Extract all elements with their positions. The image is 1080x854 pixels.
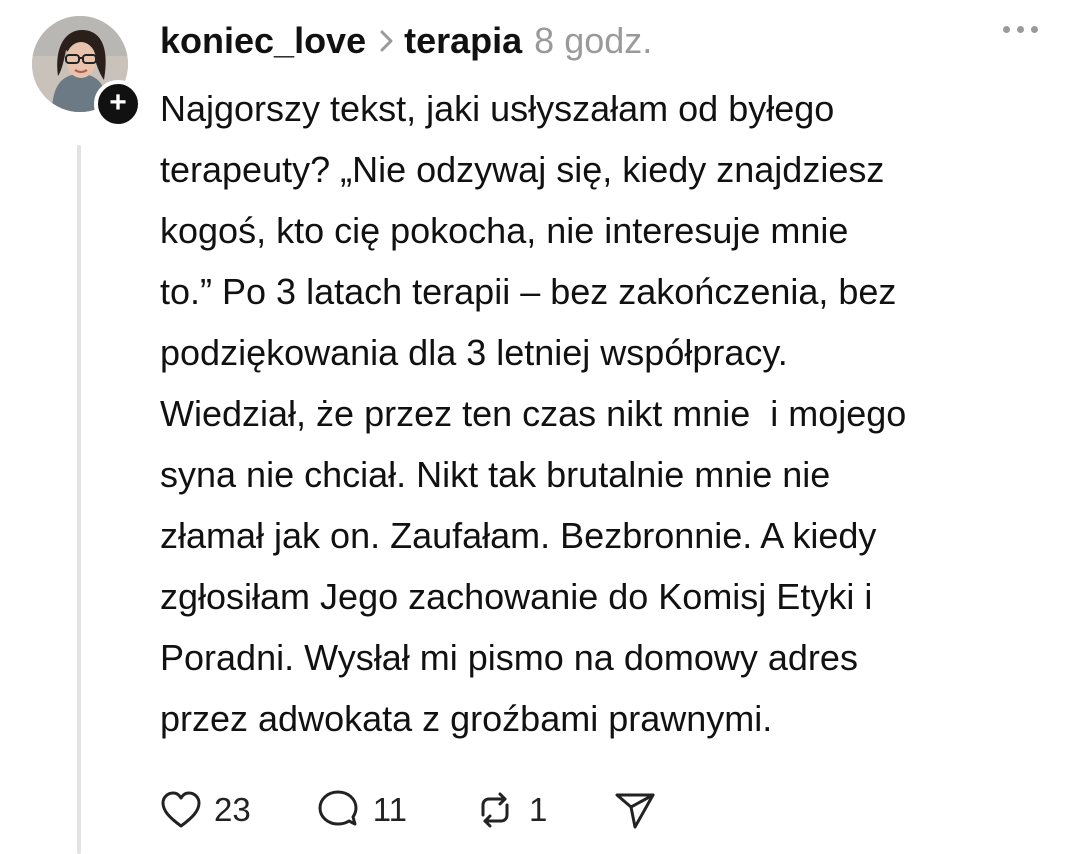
post-text-line: podziękowania dla 3 letniej współpracy.	[160, 332, 788, 373]
heart-icon	[160, 790, 202, 830]
post-text-line: to.” Po 3 latach terapii – bez zakończen…	[160, 271, 897, 312]
post-text-line: Wiedział, że przez ten czas nikt mnie i …	[160, 393, 907, 434]
post-text-line: kogoś, kto cię pokocha, nie interesuje m…	[160, 210, 849, 251]
more-dot	[1031, 26, 1038, 33]
more-dot	[1003, 26, 1010, 33]
like-count: 23	[214, 791, 251, 828]
post-text-line: Najgorszy tekst, jaki usłyszałam od byłe…	[160, 88, 835, 129]
post-text-line: przez adwokata z groźbami prawnymi.	[160, 698, 773, 739]
post-text-line: zgłosiłam Jego zachowanie do Komisj Etyk…	[160, 576, 873, 617]
more-options-icon[interactable]	[1003, 26, 1038, 33]
post-text-line: złamał jak on. Zaufałam. Bezbronnie. A k…	[160, 515, 877, 556]
reply-count: 11	[372, 791, 407, 828]
username-link[interactable]: koniec_love	[160, 20, 366, 62]
post-text-line: syna nie chciał. Nikt tak brutalnie mnie…	[160, 454, 831, 495]
repost-icon	[473, 789, 517, 831]
follow-plus-button[interactable]: +	[94, 80, 142, 128]
share-button[interactable]	[613, 789, 657, 831]
post-body: Najgorszy tekst, jaki usłyszałam od byłe…	[160, 78, 1060, 749]
repost-button[interactable]: 1	[473, 789, 547, 831]
post: + koniec_love terapia 8 godz. Najgorszy …	[0, 0, 1080, 854]
avatar-container: +	[32, 16, 142, 128]
post-actions: 23 11 1	[160, 784, 723, 836]
reply-button[interactable]: 11	[317, 789, 407, 831]
like-button[interactable]: 23	[160, 790, 251, 830]
comment-icon	[317, 789, 361, 831]
post-header: koniec_love terapia 8 godz.	[160, 18, 652, 64]
thread-line	[77, 145, 81, 854]
chevron-right-icon	[380, 29, 394, 53]
repost-count: 1	[528, 791, 548, 828]
post-text-line: terapeuty? „Nie odzywaj się, kiedy znajd…	[160, 149, 885, 190]
send-icon	[613, 789, 657, 831]
more-dot	[1017, 26, 1024, 33]
post-timestamp: 8 godz.	[534, 20, 653, 61]
topic-link[interactable]: terapia	[404, 20, 522, 62]
post-text-line: Poradni. Wysłał mi pismo na domowy adres	[160, 637, 858, 678]
